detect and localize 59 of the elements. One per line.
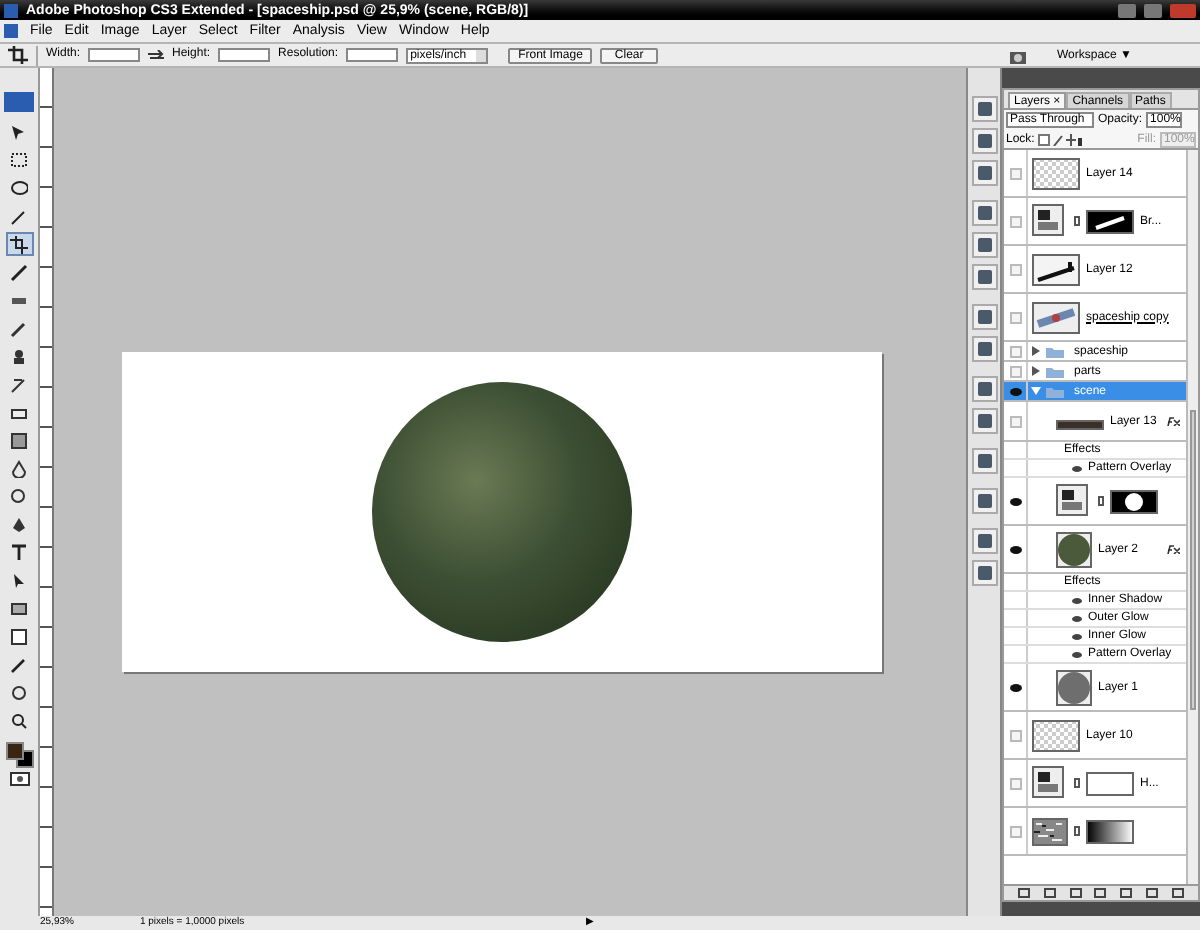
expand-arrow-icon[interactable] — [1031, 387, 1041, 395]
ps-logo-tile — [4, 92, 34, 112]
swap-arrows-icon[interactable] — [148, 49, 165, 61]
visibility-toggle[interactable] — [1009, 777, 1021, 789]
tool-button[interactable] — [5, 624, 33, 648]
type-icon — [10, 543, 28, 561]
visibility-toggle[interactable] — [1009, 167, 1021, 179]
width-field[interactable] — [88, 48, 141, 62]
chain-icon — [1074, 826, 1080, 836]
visibility-toggle[interactable] — [1009, 311, 1021, 323]
minimize-button[interactable] — [1118, 3, 1136, 17]
workspace-icon[interactable] — [1008, 47, 1029, 63]
chain-icon — [1098, 496, 1104, 506]
visibility-toggle[interactable] — [1009, 415, 1021, 427]
layer-row[interactable] — [1004, 478, 1186, 526]
close-button[interactable] — [1170, 3, 1196, 17]
resolution-field[interactable] — [346, 48, 399, 62]
zoom-icon — [10, 711, 28, 729]
blur-icon — [10, 459, 28, 477]
chain-icon — [1074, 216, 1080, 226]
selection-arrow-icon — [10, 571, 28, 589]
app-icon — [4, 3, 18, 17]
layer-row[interactable] — [1004, 808, 1186, 856]
visibility-toggle[interactable] — [1009, 365, 1021, 377]
marquee-icon — [10, 151, 28, 169]
crop-icon[interactable] — [8, 46, 28, 64]
eye-icon[interactable] — [1072, 465, 1082, 471]
rectangle-icon — [10, 599, 28, 617]
tool-button[interactable] — [5, 148, 33, 172]
tool-button[interactable] — [5, 428, 33, 452]
visibility-toggle[interactable] — [1009, 825, 1021, 837]
maximize-button[interactable] — [1144, 3, 1162, 17]
lasso-icon — [10, 179, 28, 197]
eye-icon[interactable] — [1072, 615, 1082, 621]
tool-button[interactable] — [5, 260, 33, 284]
pen-icon — [10, 515, 28, 533]
crop-icon — [10, 235, 28, 253]
height-field[interactable] — [218, 48, 271, 62]
lock-options-icon[interactable] — [1038, 133, 1083, 145]
quick-mask-icon[interactable] — [9, 772, 29, 786]
tool-button[interactable] — [5, 232, 33, 256]
eye-icon[interactable] — [1009, 545, 1021, 553]
scrollbar[interactable] — [1186, 150, 1198, 884]
eye-icon[interactable] — [1009, 497, 1021, 505]
visibility-toggle[interactable] — [1009, 345, 1021, 357]
stamp-icon — [10, 347, 28, 365]
eye-icon[interactable] — [1072, 651, 1082, 657]
visibility-toggle[interactable] — [1009, 263, 1021, 275]
visibility-toggle[interactable] — [1009, 729, 1021, 741]
eye-icon[interactable] — [1072, 597, 1082, 603]
tool-button[interactable] — [5, 176, 33, 200]
visibility-toggle[interactable] — [1009, 215, 1021, 227]
eye-icon[interactable] — [1072, 633, 1082, 639]
expand-arrow-icon[interactable] — [1032, 366, 1040, 376]
expand-arrow-icon[interactable] — [1032, 346, 1040, 356]
move-tool-icon — [10, 123, 28, 141]
chain-icon — [1074, 778, 1080, 788]
color-swatches[interactable] — [5, 742, 33, 768]
eye-icon[interactable] — [1009, 683, 1021, 691]
